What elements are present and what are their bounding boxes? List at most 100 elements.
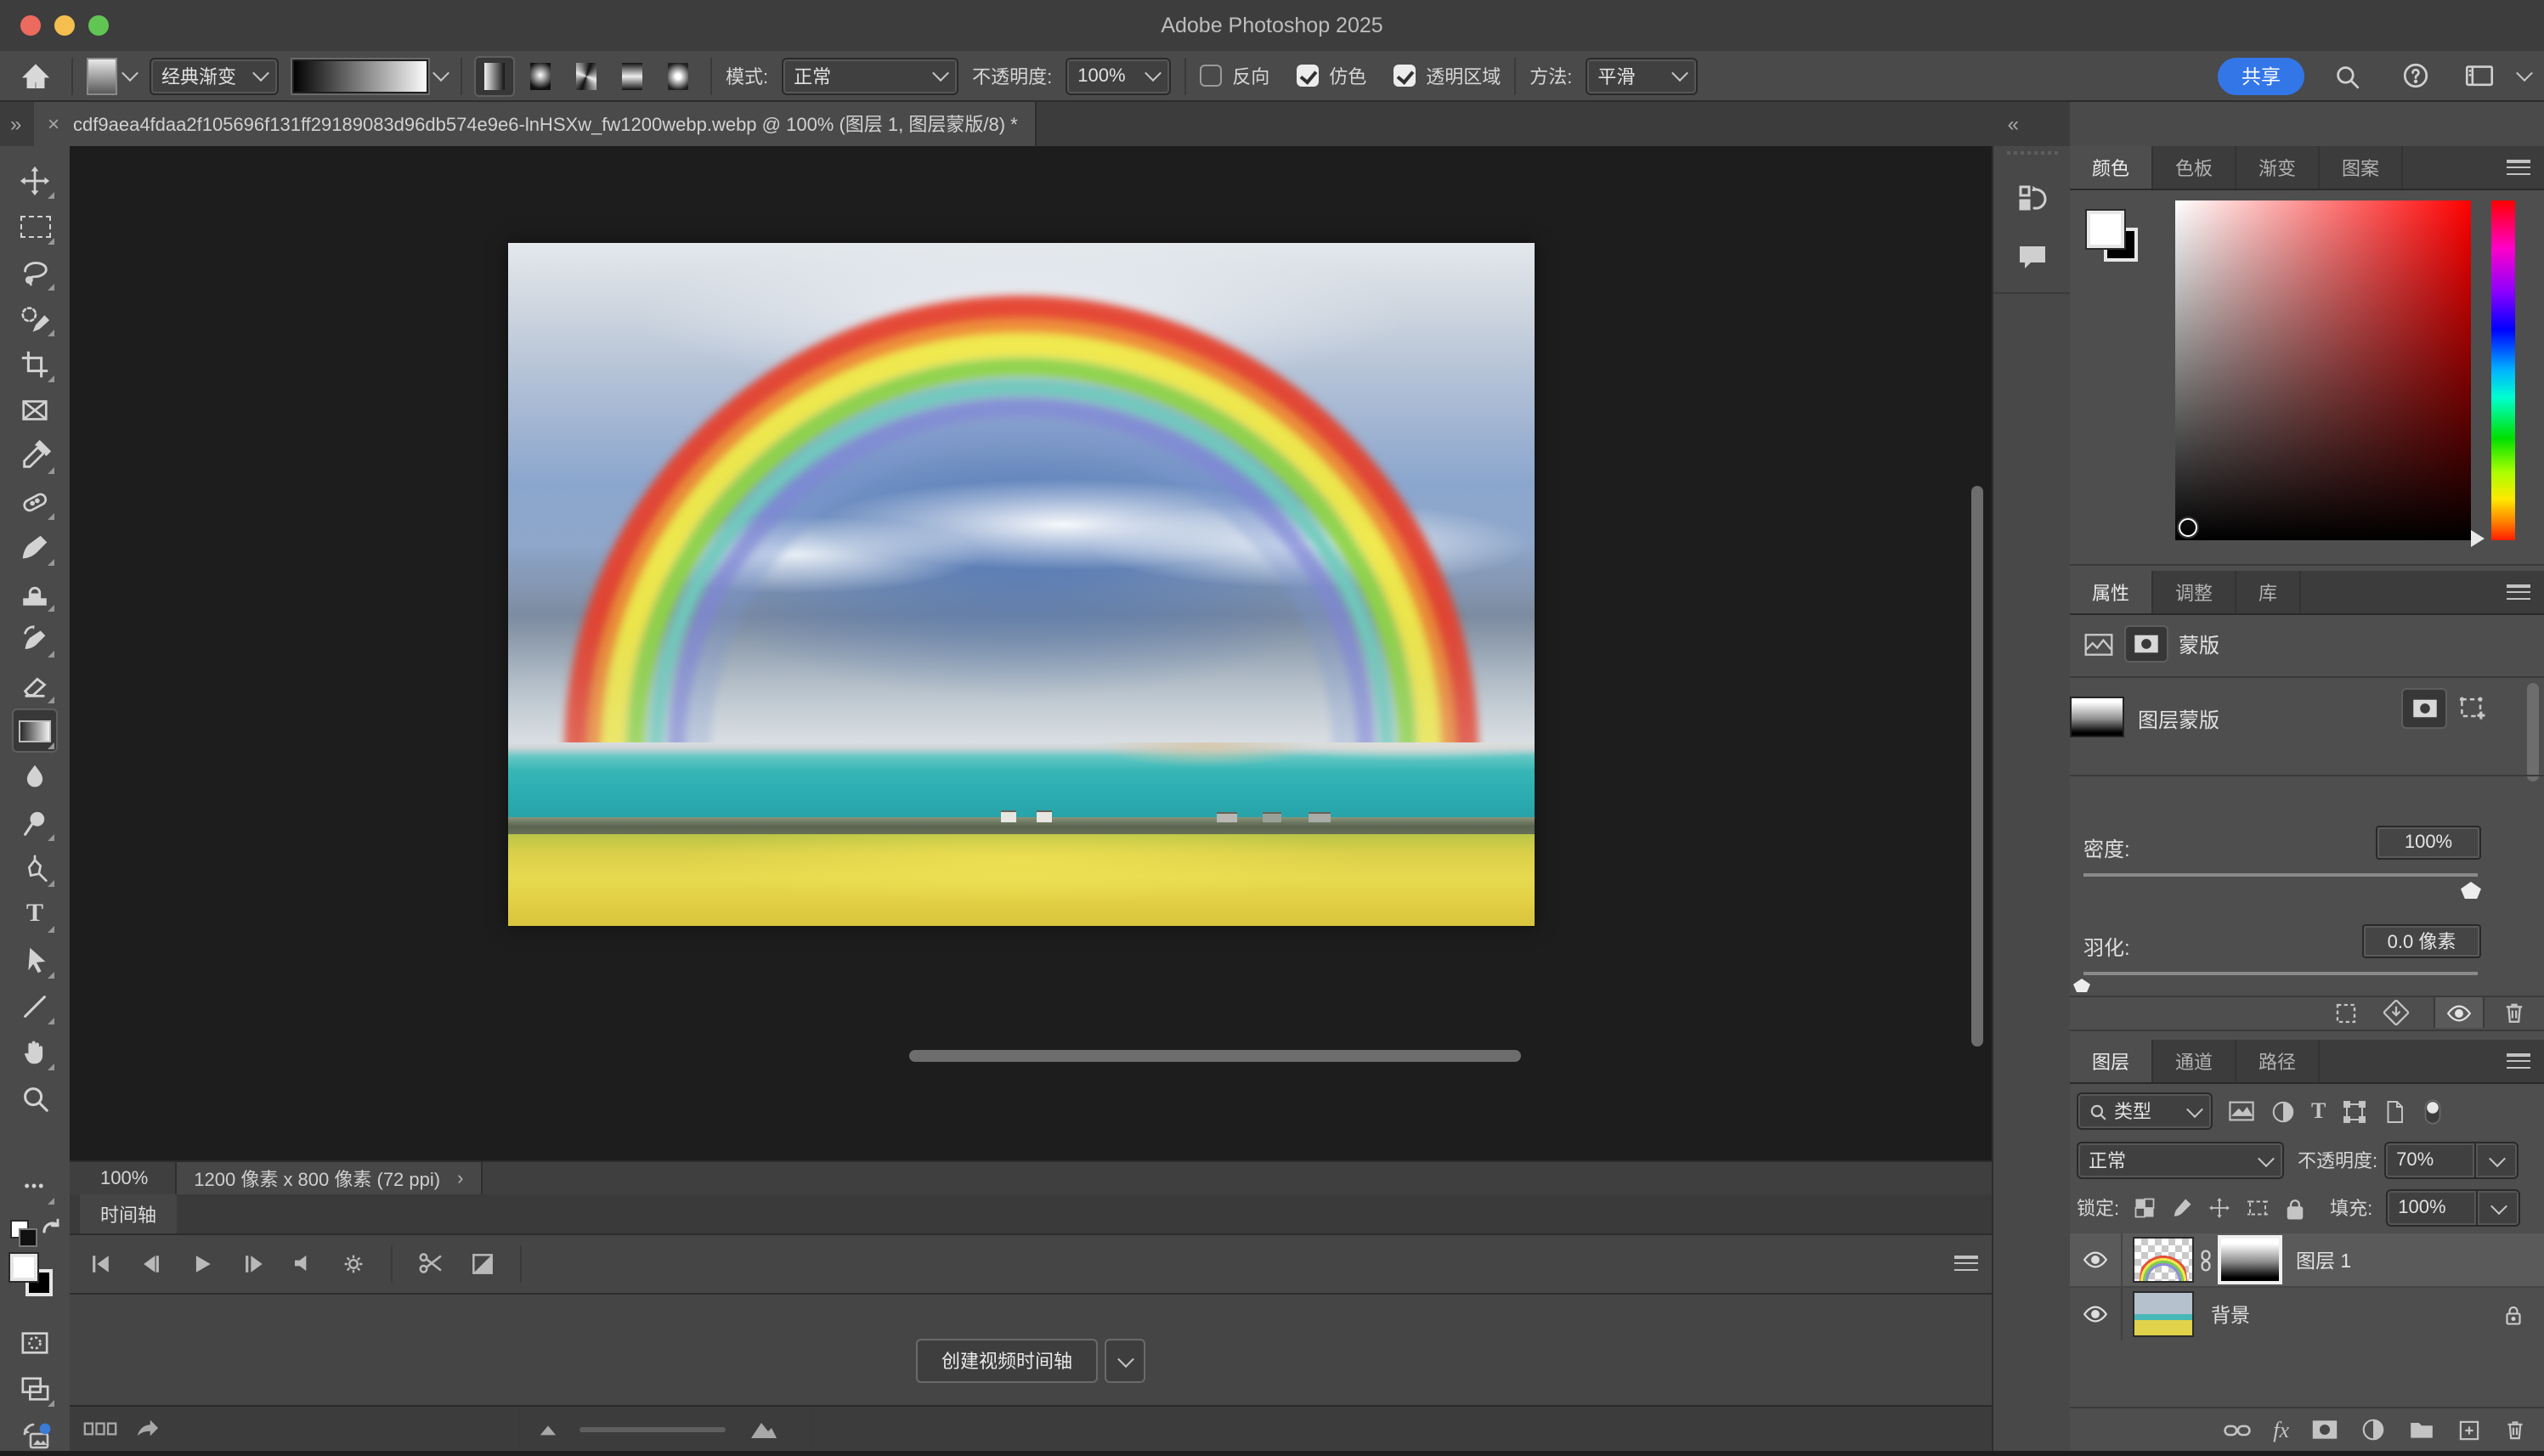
history-brush-tool[interactable] bbox=[14, 618, 56, 659]
close-tab-icon[interactable]: × bbox=[48, 112, 59, 136]
audio-mute-button[interactable] bbox=[291, 1250, 316, 1276]
apply-mask-icon[interactable] bbox=[2383, 999, 2410, 1026]
foreground-color-chip[interactable] bbox=[2087, 211, 2124, 248]
type-tool[interactable]: T bbox=[14, 894, 56, 934]
previous-frame-button[interactable] bbox=[138, 1250, 165, 1277]
lasso-tool[interactable] bbox=[14, 251, 56, 292]
timeline-settings-icon[interactable] bbox=[340, 1250, 367, 1277]
play-button[interactable] bbox=[189, 1250, 216, 1277]
first-frame-button[interactable] bbox=[87, 1250, 114, 1277]
transparency-checkbox[interactable] bbox=[1394, 65, 1416, 87]
lock-all-icon[interactable] bbox=[2284, 1195, 2306, 1221]
layer-fill-chevron[interactable] bbox=[2476, 1189, 2521, 1227]
color-panel-menu-icon[interactable] bbox=[2507, 160, 2530, 175]
feather-slider[interactable] bbox=[2083, 972, 2478, 974]
load-selection-icon[interactable] bbox=[2333, 1000, 2359, 1025]
workspace-button[interactable] bbox=[2454, 62, 2505, 89]
density-slider-handle[interactable] bbox=[2461, 882, 2481, 899]
background-layer-thumbnail[interactable] bbox=[2133, 1291, 2194, 1337]
reverse-option[interactable]: 反向 bbox=[1200, 62, 1269, 89]
blend-mode-dropdown[interactable]: 正常 bbox=[782, 57, 959, 94]
new-layer-icon[interactable] bbox=[2457, 1418, 2481, 1442]
filter-smart-objects-icon[interactable] bbox=[2382, 1098, 2405, 1124]
clone-stamp-tool[interactable] bbox=[14, 573, 56, 613]
tab-properties[interactable]: 属性 bbox=[2070, 571, 2153, 613]
tab-libraries[interactable]: 库 bbox=[2236, 571, 2301, 613]
reflected-gradient-button[interactable] bbox=[613, 57, 651, 94]
feather-value[interactable]: 0.0 像素 bbox=[2362, 924, 2481, 958]
saturation-brightness-field[interactable] bbox=[2175, 200, 2471, 540]
comments-panel-icon[interactable] bbox=[1993, 228, 2072, 285]
selection-brush-tool[interactable] bbox=[14, 297, 56, 338]
tab-paths[interactable]: 路径 bbox=[2236, 1040, 2320, 1082]
timeline-menu-icon[interactable] bbox=[1954, 1256, 1978, 1271]
tab-swatches[interactable]: 色板 bbox=[2153, 146, 2236, 189]
dither-option[interactable]: 仿色 bbox=[1297, 62, 1366, 89]
canvas-image[interactable] bbox=[508, 243, 1535, 926]
line-tool[interactable] bbox=[14, 985, 56, 1026]
edit-toolbar-icon[interactable]: ••• bbox=[14, 1165, 56, 1206]
next-frame-button[interactable] bbox=[240, 1250, 267, 1277]
tab-gradients[interactable]: 渐变 bbox=[2236, 146, 2320, 189]
frames-view-icon[interactable] bbox=[83, 1420, 117, 1437]
collapse-right-dock-icon[interactable]: « bbox=[2008, 112, 2019, 136]
zoom-level[interactable]: 100% bbox=[100, 1169, 148, 1189]
add-mask-icon[interactable] bbox=[2311, 1419, 2338, 1441]
zoom-in-thumbnail-icon[interactable] bbox=[749, 1417, 778, 1441]
close-window-button[interactable] bbox=[20, 15, 41, 36]
tab-adjustments[interactable]: 调整 bbox=[2153, 571, 2236, 613]
pixel-layer-icon[interactable] bbox=[2083, 631, 2114, 657]
filter-shape-layers-icon[interactable] bbox=[2341, 1098, 2366, 1124]
method-dropdown[interactable]: 平滑 bbox=[1586, 57, 1699, 94]
share-button[interactable]: 共享 bbox=[2218, 57, 2304, 94]
link-layers-icon[interactable] bbox=[2222, 1419, 2251, 1440]
layer-name[interactable]: 背景 bbox=[2211, 1301, 2250, 1328]
layer-name[interactable]: 图层 1 bbox=[2296, 1246, 2351, 1273]
hand-tool[interactable] bbox=[14, 1031, 56, 1072]
path-selection-tool[interactable] bbox=[14, 940, 56, 980]
dock-grip[interactable] bbox=[2007, 151, 2058, 165]
linear-gradient-button[interactable] bbox=[476, 57, 513, 94]
blur-tool[interactable] bbox=[14, 756, 56, 797]
select-mask-button[interactable] bbox=[2403, 690, 2445, 727]
transparency-option[interactable]: 透明区域 bbox=[1394, 62, 1501, 89]
layer-row-background[interactable]: 背景 bbox=[2070, 1286, 2544, 1340]
filter-type-layers-icon[interactable]: T bbox=[2311, 1098, 2326, 1125]
angle-gradient-button[interactable] bbox=[568, 57, 605, 94]
timeline-type-chevron-button[interactable] bbox=[1105, 1339, 1145, 1383]
lock-transparency-icon[interactable] bbox=[2133, 1196, 2157, 1220]
layer-mask-thumbnail[interactable] bbox=[2070, 697, 2124, 737]
tab-channels[interactable]: 通道 bbox=[2153, 1040, 2236, 1082]
background-lock-icon[interactable] bbox=[2503, 1302, 2524, 1326]
density-value[interactable]: 100% bbox=[2376, 826, 2481, 860]
pen-tool[interactable] bbox=[14, 848, 56, 889]
layer-filter-dropdown[interactable]: 类型 bbox=[2077, 1092, 2213, 1130]
tab-color[interactable]: 颜色 bbox=[2070, 146, 2153, 189]
filter-adjustment-layers-icon[interactable] bbox=[2270, 1098, 2296, 1124]
create-video-timeline-button[interactable]: 创建视频时间轴 bbox=[916, 1339, 1098, 1383]
frame-tool[interactable] bbox=[14, 389, 56, 430]
layer-fill-field[interactable]: 100% bbox=[2386, 1189, 2479, 1227]
timeline-zoom-slider[interactable] bbox=[579, 1427, 726, 1432]
layer-row-selected[interactable]: 图层 1 bbox=[2070, 1233, 2544, 1286]
feather-slider-handle[interactable] bbox=[2073, 979, 2090, 992]
zoom-out-thumbnail-icon[interactable] bbox=[539, 1422, 557, 1437]
foreground-background-colors[interactable] bbox=[10, 1254, 61, 1305]
add-vector-mask-icon[interactable] bbox=[2457, 693, 2488, 724]
swap-colors-icon[interactable] bbox=[10, 1216, 61, 1250]
crop-tool[interactable] bbox=[14, 343, 56, 384]
maximize-window-button[interactable] bbox=[88, 15, 109, 36]
color-picker-marker[interactable] bbox=[2179, 518, 2197, 537]
delete-layer-icon[interactable] bbox=[2503, 1417, 2527, 1442]
new-group-icon[interactable] bbox=[2408, 1419, 2435, 1441]
document-tab[interactable]: × cdf9aea4fdaa2f105696f131ff29189083d96d… bbox=[34, 102, 1037, 146]
lock-position-icon[interactable] bbox=[2208, 1196, 2231, 1220]
history-panel-icon[interactable] bbox=[1993, 170, 2072, 228]
eraser-tool[interactable] bbox=[14, 664, 56, 705]
mask-link-icon[interactable] bbox=[2197, 1248, 2214, 1272]
timeline-tab[interactable]: 时间轴 bbox=[80, 1194, 177, 1233]
render-video-icon[interactable] bbox=[134, 1415, 160, 1441]
tab-layers[interactable]: 图层 bbox=[2070, 1040, 2153, 1082]
mask-visibility-cell[interactable] bbox=[2434, 997, 2485, 1028]
move-tool[interactable] bbox=[14, 160, 56, 200]
